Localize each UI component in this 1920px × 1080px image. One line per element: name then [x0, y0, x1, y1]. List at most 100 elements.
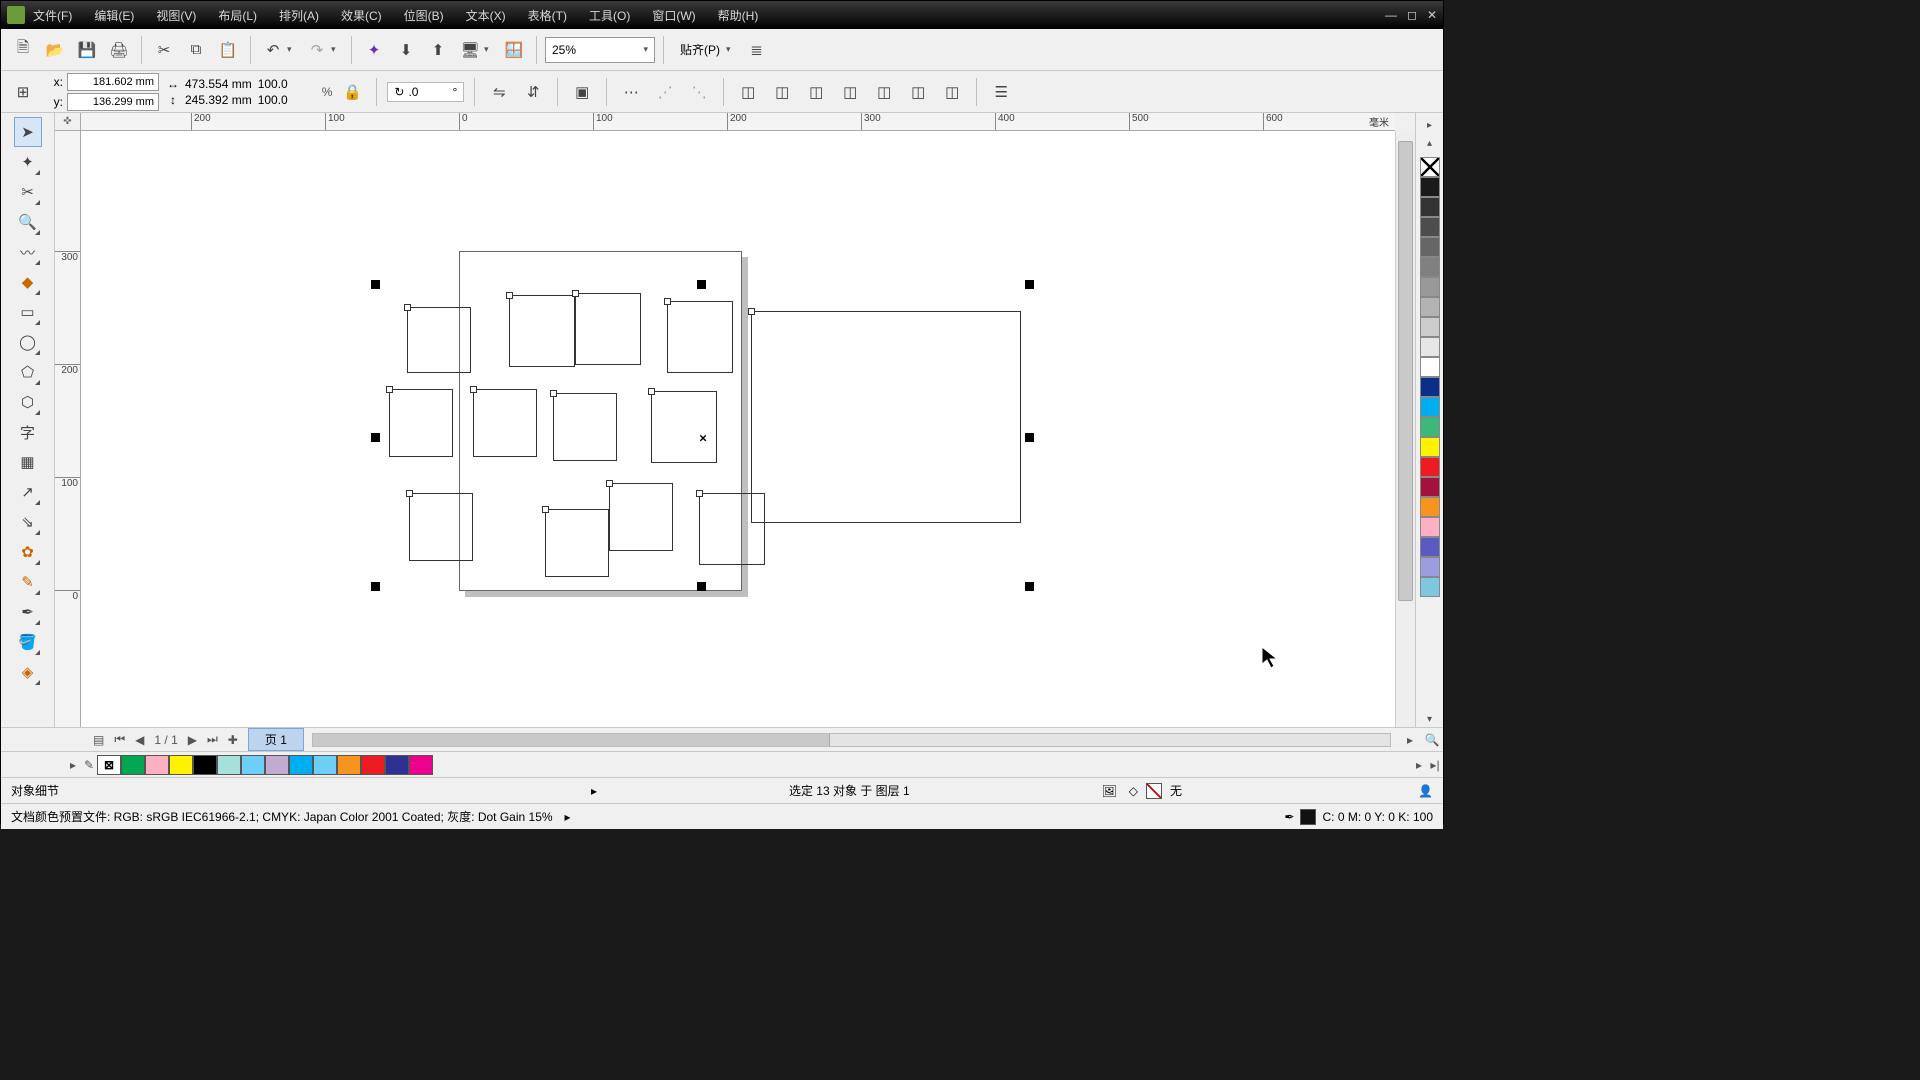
palette-end-icon[interactable]: ▸|: [1427, 758, 1443, 772]
redo-button[interactable]: ↷: [303, 36, 331, 64]
docker-swatch[interactable]: [1420, 157, 1440, 177]
navigator-icon[interactable]: 🔍: [1421, 733, 1443, 747]
docker-down-icon[interactable]: ▾: [1421, 711, 1439, 727]
undo-history-dropdown[interactable]: ▾: [287, 44, 299, 55]
rectangle-shape[interactable]: [545, 509, 609, 577]
simplify-button[interactable]: ◫: [836, 78, 864, 106]
y-input[interactable]: 136.299 mm: [67, 93, 159, 111]
node-handle[interactable]: [572, 290, 579, 297]
palette-swatch[interactable]: [193, 755, 217, 775]
palette-swatch[interactable]: [361, 755, 385, 775]
docker-swatch[interactable]: [1420, 257, 1440, 277]
lock-ratio-button[interactable]: 🔒: [338, 78, 366, 106]
palette-swatch[interactable]: [121, 755, 145, 775]
docker-swatch[interactable]: [1420, 577, 1440, 597]
menu-item[interactable]: 文本(X): [466, 7, 506, 24]
maximize-button[interactable]: ◻: [1407, 8, 1417, 22]
horizontal-scrollbar[interactable]: [312, 733, 1391, 747]
scroll-right-icon[interactable]: ▸: [1399, 733, 1421, 747]
docker-swatch[interactable]: [1420, 337, 1440, 357]
rectangle-shape[interactable]: [609, 483, 673, 551]
menu-item[interactable]: 窗口(W): [652, 7, 695, 24]
text-tool[interactable]: 字: [14, 417, 42, 447]
crop-tool[interactable]: ✂: [14, 177, 42, 207]
intersect-button[interactable]: ◫: [802, 78, 830, 106]
rectangle-shape[interactable]: [407, 307, 471, 373]
scale-x-input[interactable]: 100.0: [258, 77, 316, 91]
palette-swatch[interactable]: [337, 755, 361, 775]
selection-handle[interactable]: [697, 582, 706, 591]
fill-tool[interactable]: 🪣: [14, 627, 42, 657]
page-add-button[interactable]: ✚: [224, 733, 242, 747]
profile-expand-icon[interactable]: ▸: [565, 810, 571, 824]
minimize-button[interactable]: —: [1385, 8, 1397, 22]
docker-swatch[interactable]: [1420, 557, 1440, 577]
page-last-button[interactable]: ⏭: [203, 732, 222, 747]
front-minus-back-button[interactable]: ◫: [870, 78, 898, 106]
open-button[interactable]: 📂: [41, 36, 69, 64]
align-button[interactable]: ⋯: [617, 78, 645, 106]
mirror-v-button[interactable]: ⇵: [519, 78, 547, 106]
trim-button[interactable]: ◫: [768, 78, 796, 106]
x-input[interactable]: 181.602 mm: [67, 73, 159, 91]
palette-swatch[interactable]: [265, 755, 289, 775]
user-icon[interactable]: 👤: [1418, 784, 1433, 798]
connector-tool[interactable]: ⇘: [14, 507, 42, 537]
boundary-button[interactable]: ◫: [938, 78, 966, 106]
docker-swatch[interactable]: [1420, 477, 1440, 497]
width-input[interactable]: 473.554 mm: [185, 77, 252, 91]
paste-button[interactable]: 📋: [214, 36, 242, 64]
menu-item[interactable]: 排列(A): [279, 7, 319, 24]
palette-swatch[interactable]: [313, 755, 337, 775]
docker-swatch[interactable]: [1420, 217, 1440, 237]
interactive-fill-tool[interactable]: ◈: [14, 657, 42, 687]
vertical-scrollbar[interactable]: [1395, 131, 1415, 727]
scale-y-input[interactable]: 100.0: [258, 93, 316, 107]
menu-item[interactable]: 编辑(E): [94, 7, 134, 24]
docker-swatch[interactable]: [1420, 437, 1440, 457]
selection-handle[interactable]: [1025, 433, 1034, 442]
outline-indicator-icon[interactable]: ✒: [1284, 810, 1294, 824]
table-tool[interactable]: ▦: [14, 447, 42, 477]
rectangle-shape[interactable]: [667, 301, 733, 373]
docker-swatch[interactable]: [1420, 297, 1440, 317]
distribute-button[interactable]: ⋰: [651, 78, 679, 106]
doc-menu-icon[interactable]: ▤: [89, 733, 108, 747]
interactive-tool[interactable]: ✿: [14, 537, 42, 567]
node-handle[interactable]: [542, 506, 549, 513]
rectangle-shape[interactable]: [651, 391, 717, 463]
menu-item[interactable]: 视图(V): [156, 7, 196, 24]
hint-expand-icon[interactable]: ▸: [591, 784, 597, 798]
dimension-tool[interactable]: ↗: [14, 477, 42, 507]
node-handle[interactable]: [406, 490, 413, 497]
docker-swatch[interactable]: [1420, 237, 1440, 257]
palette-swatch[interactable]: [169, 755, 193, 775]
ellipse-tool[interactable]: ◯: [14, 327, 42, 357]
import-button[interactable]: ⬇: [392, 36, 420, 64]
rectangle-shape[interactable]: [575, 293, 641, 365]
outline-tool[interactable]: ✒: [14, 597, 42, 627]
wrap-button[interactable]: ⋱: [685, 78, 713, 106]
ruler-origin-icon[interactable]: ✜: [55, 113, 81, 131]
no-color-swatch[interactable]: ⊠: [97, 755, 121, 775]
fill-indicator-icon[interactable]: ◇: [1129, 784, 1138, 798]
palette-swatch[interactable]: [241, 755, 265, 775]
docker-swatch[interactable]: [1420, 457, 1440, 477]
save-button[interactable]: 💾: [73, 36, 101, 64]
undo-button[interactable]: ↶: [259, 36, 287, 64]
menu-item[interactable]: 效果(C): [341, 7, 382, 24]
palette-scroll-right-icon[interactable]: ▸: [1411, 758, 1427, 772]
zoom-tool[interactable]: 🔍: [14, 207, 42, 237]
node-handle[interactable]: [606, 480, 613, 487]
cut-button[interactable]: ✂: [150, 36, 178, 64]
snap-dropdown[interactable]: 贴齐(P)▾: [672, 41, 739, 58]
node-handle[interactable]: [696, 490, 703, 497]
docker-swatch[interactable]: [1420, 497, 1440, 517]
selection-handle[interactable]: [371, 582, 380, 591]
rectangle-shape[interactable]: [389, 389, 453, 457]
palette-swatch[interactable]: [385, 755, 409, 775]
node-handle[interactable]: [748, 308, 755, 315]
docker-swatch[interactable]: [1420, 517, 1440, 537]
rectangle-shape[interactable]: [553, 393, 617, 461]
print-button[interactable]: 🖨: [105, 36, 133, 64]
